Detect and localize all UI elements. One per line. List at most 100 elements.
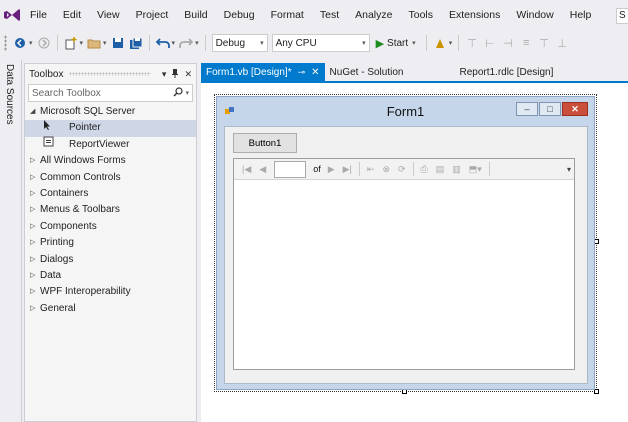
- toolbox-search-input[interactable]: Search Toolbox ▾: [28, 84, 193, 102]
- search-icon[interactable]: [173, 86, 184, 100]
- toolbox-group-menus-toolbars[interactable]: ▷ Menus & Toolbars: [25, 202, 196, 218]
- toolbox-group-components[interactable]: ▷ Components: [25, 219, 196, 235]
- panel-menu-icon[interactable]: ▾: [162, 69, 167, 80]
- toolbox-group-label: WPF Interoperability: [40, 286, 131, 298]
- toolbar-separator: [204, 35, 206, 51]
- solution-configuration-select[interactable]: Debug ▾: [211, 34, 268, 52]
- report-viewer-icon: [43, 136, 69, 153]
- browser-link-icon[interactable]: [432, 35, 448, 51]
- start-button[interactable]: ▶ Start ▾: [376, 37, 418, 50]
- menu-view[interactable]: View: [89, 0, 128, 30]
- stop-rendering-icon[interactable]: ⊗: [382, 164, 390, 175]
- align-rights-icon[interactable]: ⊣: [500, 35, 516, 51]
- forward-icon[interactable]: [36, 35, 52, 51]
- back-dropdown-icon[interactable]: ▾: [29, 39, 33, 47]
- pin-icon[interactable]: [171, 68, 179, 80]
- visual-studio-logo-icon[interactable]: [0, 0, 24, 30]
- chevron-down-icon: ▾: [362, 40, 366, 47]
- toolbox-item-reportviewer[interactable]: ReportViewer: [25, 136, 196, 153]
- align-centers-icon[interactable]: ⊢: [482, 35, 498, 51]
- save-all-icon[interactable]: [128, 35, 144, 51]
- new-dropdown-icon[interactable]: ▾: [80, 39, 84, 47]
- tab-report1-design[interactable]: Report1.rdlc [Design]: [454, 63, 558, 81]
- menu-window[interactable]: Window: [508, 0, 561, 30]
- previous-page-icon[interactable]: ◀: [259, 164, 266, 175]
- data-sources-tab[interactable]: Data Sources: [4, 64, 15, 125]
- tab-nuget-solution[interactable]: NuGet - Solution: [325, 63, 409, 81]
- align-bottoms-icon[interactable]: ⊥: [554, 35, 570, 51]
- maximize-icon[interactable]: □: [539, 102, 561, 116]
- print-icon[interactable]: ⎙: [421, 164, 428, 175]
- toolbox-group-all-windows-forms[interactable]: ▷ All Windows Forms: [25, 153, 196, 169]
- toolbox-group-data[interactable]: ▷ Data: [25, 268, 196, 284]
- toolbox-item-pointer[interactable]: Pointer: [25, 120, 196, 137]
- button1[interactable]: Button1: [233, 133, 297, 153]
- toolbox-group-common-controls[interactable]: ▷ Common Controls: [25, 170, 196, 186]
- menu-test[interactable]: Test: [312, 0, 347, 30]
- menu-help[interactable]: Help: [562, 0, 600, 30]
- toolbox-tree: ◢ Microsoft SQL Server Pointer ReportVie…: [25, 104, 196, 317]
- back-icon[interactable]: [12, 35, 28, 51]
- window-controls: – □ ✕: [515, 102, 588, 116]
- quick-launch-search[interactable]: S: [616, 8, 628, 24]
- report-viewer-control[interactable]: |◀ ◀ of ▶ ▶| ⇤ ⊗ ⟳ ⎙ ▤ ▥ ⬒▾ ▾: [233, 158, 575, 370]
- print-layout-icon[interactable]: ▤: [436, 164, 445, 175]
- chevron-down-icon[interactable]: ▾: [185, 89, 189, 97]
- toolbox-group-wpf-interoperability[interactable]: ▷ WPF Interoperability: [25, 284, 196, 300]
- current-page-input[interactable]: [274, 160, 307, 178]
- new-project-icon[interactable]: [63, 35, 79, 51]
- menu-extensions[interactable]: Extensions: [441, 0, 508, 30]
- panel-grip[interactable]: [69, 72, 151, 76]
- solution-configuration-value: Debug: [215, 37, 246, 49]
- menu-edit[interactable]: Edit: [55, 0, 89, 30]
- toolbar-overflow-icon[interactable]: ▾: [567, 165, 571, 174]
- form1-window[interactable]: Form1 – □ ✕ Button1 |◀ ◀ of ▶ ▶| ⇤ ⊗ ⟳ ⎙…: [216, 96, 595, 390]
- menu-project[interactable]: Project: [128, 0, 177, 30]
- menu-build[interactable]: Build: [176, 0, 215, 30]
- solution-platform-select[interactable]: Any CPU ▾: [271, 34, 370, 52]
- close-icon[interactable]: ✕: [184, 69, 192, 80]
- next-page-icon[interactable]: ▶: [328, 164, 335, 175]
- menu-file[interactable]: File: [24, 0, 55, 30]
- first-page-icon[interactable]: |◀: [242, 164, 251, 175]
- undo-icon[interactable]: [155, 35, 171, 51]
- close-window-icon[interactable]: ✕: [562, 102, 588, 116]
- align-lefts-icon[interactable]: ⊤: [464, 35, 480, 51]
- tab-label: NuGet - Solution: [329, 66, 404, 78]
- close-tab-icon[interactable]: ✕: [311, 67, 319, 78]
- align-tops-icon[interactable]: ⊤: [536, 35, 552, 51]
- refresh-icon[interactable]: ⟳: [398, 164, 406, 175]
- toolbox-group-general[interactable]: ▷ General: [25, 301, 196, 317]
- toolbox-group-microsoft-sql-server[interactable]: ◢ Microsoft SQL Server: [25, 104, 196, 120]
- collapsed-triangle-icon: ▷: [30, 189, 36, 197]
- toolbar-grip[interactable]: [4, 35, 7, 51]
- collapsed-triangle-icon: ▷: [30, 206, 36, 214]
- back-to-parent-icon[interactable]: ⇤: [367, 164, 375, 175]
- save-icon[interactable]: [110, 35, 126, 51]
- toolbar-overflow-icon[interactable]: ▾: [449, 39, 453, 47]
- menu-analyze[interactable]: Analyze: [347, 0, 400, 30]
- redo-dropdown-icon[interactable]: ▾: [195, 39, 199, 47]
- toolbox-group-dialogs[interactable]: ▷ Dialogs: [25, 252, 196, 268]
- menu-tools[interactable]: Tools: [400, 0, 441, 30]
- toolbox-group-containers[interactable]: ▷ Containers: [25, 186, 196, 202]
- pin-tab-icon[interactable]: ⊸: [298, 67, 306, 78]
- toolbox-group-label: Common Controls: [40, 171, 121, 183]
- open-folder-icon[interactable]: [86, 35, 102, 51]
- export-icon[interactable]: ⬒▾: [469, 164, 482, 175]
- menu-format[interactable]: Format: [263, 0, 312, 30]
- last-page-icon[interactable]: ▶|: [343, 164, 352, 175]
- minimize-icon[interactable]: –: [516, 102, 538, 116]
- redo-icon[interactable]: [178, 35, 194, 51]
- start-dropdown-icon[interactable]: ▾: [412, 39, 416, 47]
- menu-debug[interactable]: Debug: [216, 0, 263, 30]
- collapsed-triangle-icon: ▷: [30, 288, 36, 296]
- collapsed-triangle-icon: ▷: [30, 239, 36, 247]
- tab-form1-design[interactable]: Form1.vb [Design]* ⊸ ✕: [201, 63, 325, 81]
- open-dropdown-icon[interactable]: ▾: [103, 39, 107, 47]
- align-middles-icon[interactable]: ≡: [518, 35, 534, 51]
- undo-dropdown-icon[interactable]: ▾: [172, 39, 176, 47]
- page-setup-icon[interactable]: ▥: [452, 164, 461, 175]
- form-client-area[interactable]: Button1 |◀ ◀ of ▶ ▶| ⇤ ⊗ ⟳ ⎙ ▤ ▥ ⬒▾ ▾: [224, 126, 588, 384]
- toolbox-group-printing[interactable]: ▷ Printing: [25, 235, 196, 251]
